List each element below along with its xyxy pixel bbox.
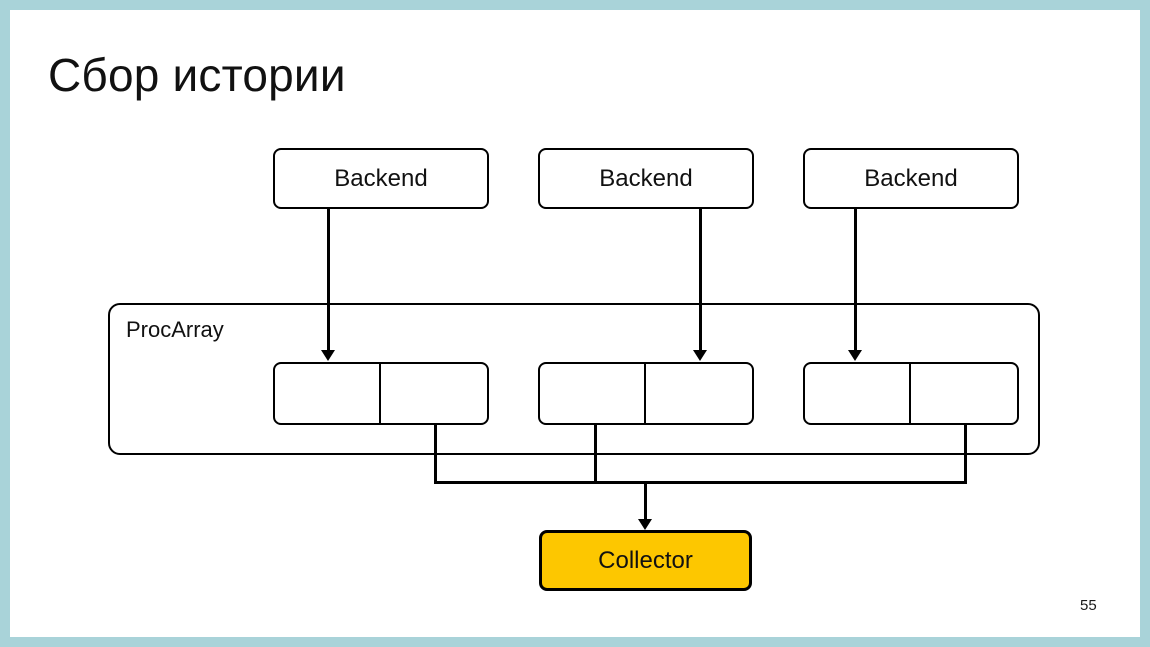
procarray-slot-1[interactable] (273, 362, 489, 425)
procarray-slot-2-cell-left[interactable] (540, 364, 646, 423)
edge-backend-3-to-slot-3 (854, 209, 857, 352)
edge-backend-1-to-slot-1 (327, 209, 330, 352)
page-number: 55 (1080, 597, 1097, 614)
procarray-slot-3-cell-right[interactable] (911, 364, 1017, 423)
edge-slot-2-to-bus (594, 425, 597, 483)
backend-box-2-label: Backend (599, 164, 693, 192)
procarray-slot-1-cell-left[interactable] (275, 364, 381, 423)
backend-box-1-label: Backend (334, 164, 428, 192)
procarray-label: ProcArray (126, 317, 224, 342)
edge-backend-2-to-slot-2 (699, 209, 702, 352)
slide-frame-left (0, 0, 10, 647)
collector-bus-line (434, 481, 967, 484)
collector-box-label: Collector (598, 546, 693, 574)
backend-box-2[interactable]: Backend (538, 148, 754, 209)
edge-slot-1-to-bus (434, 425, 437, 483)
slide-frame-top (0, 0, 1150, 10)
slide-frame-bottom (0, 637, 1150, 647)
procarray-slot-3[interactable] (803, 362, 1019, 425)
procarray-slot-1-cell-right[interactable] (381, 364, 487, 423)
slide-canvas: Сбор истории Backend Backend Backend Pro… (0, 0, 1150, 647)
backend-box-1[interactable]: Backend (273, 148, 489, 209)
arrowhead-backend-2-to-slot-2 (693, 350, 707, 361)
arrowhead-backend-1-to-slot-1 (321, 350, 335, 361)
edge-bus-to-collector (644, 481, 647, 523)
arrowhead-bus-to-collector (638, 519, 652, 530)
arrowhead-backend-3-to-slot-3 (848, 350, 862, 361)
procarray-slot-2-cell-right[interactable] (646, 364, 752, 423)
backend-box-3[interactable]: Backend (803, 148, 1019, 209)
collector-box[interactable]: Collector (539, 530, 752, 591)
edge-slot-3-to-bus (964, 425, 967, 483)
procarray-slot-2[interactable] (538, 362, 754, 425)
slide-frame-right (1140, 0, 1150, 647)
page-title: Сбор истории (48, 49, 346, 101)
procarray-slot-3-cell-left[interactable] (805, 364, 911, 423)
backend-box-3-label: Backend (864, 164, 958, 192)
